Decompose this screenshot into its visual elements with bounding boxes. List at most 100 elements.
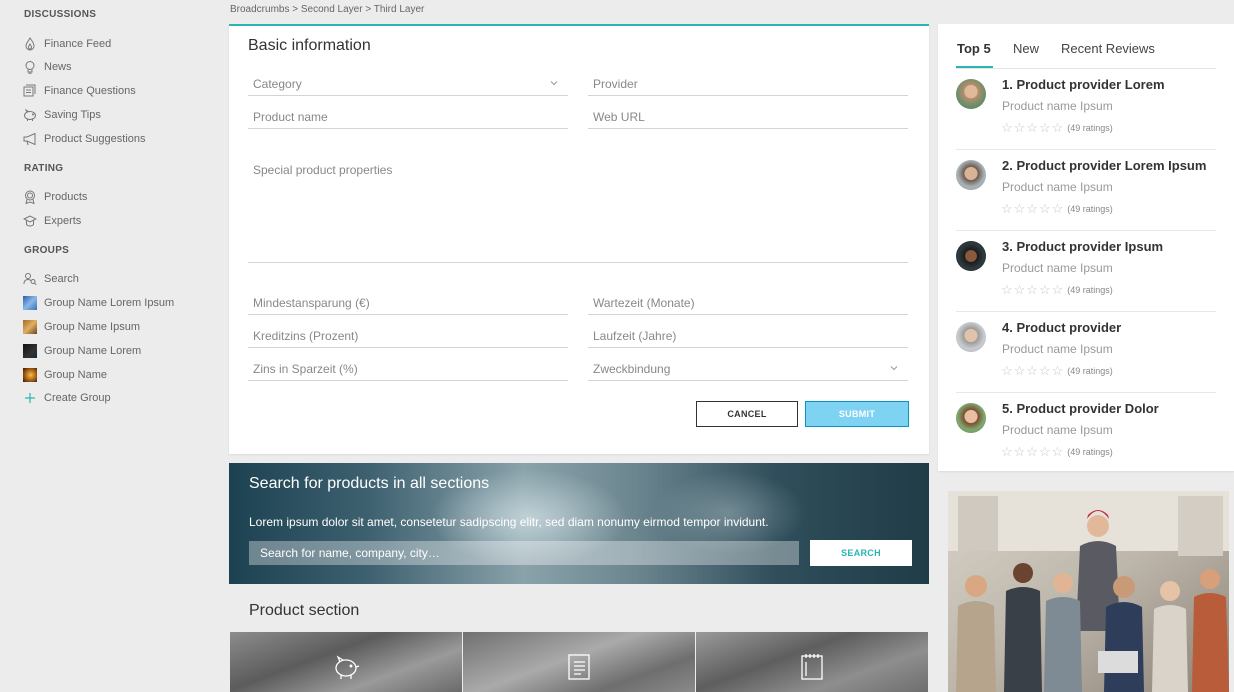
web-url-placeholder: Web URL <box>593 110 645 124</box>
megaphone-icon <box>23 132 37 146</box>
sidebar-item-group-lorem[interactable]: Group Name Lorem <box>23 343 141 359</box>
product-name-placeholder: Product name <box>253 110 328 124</box>
avatar <box>956 241 986 271</box>
list-item[interactable]: 5. Product provider Dolor Product name I… <box>956 394 1216 474</box>
star-rating: ☆☆☆☆☆ (49 ratings) <box>1001 444 1113 459</box>
laufzeit-placeholder: Laufzeit (Jahre) <box>593 329 677 343</box>
sidebar-item-label: Group Name Lorem Ipsum <box>44 297 175 309</box>
breadcrumb[interactable]: Broadcrumbs > Second Layer > Third Layer <box>230 4 424 15</box>
lightbulb-icon <box>23 60 37 74</box>
section-title-rating: RATING <box>24 163 64 174</box>
wartezeit-placeholder: Wartezeit (Monate) <box>593 296 695 310</box>
sidebar-item-label: Saving Tips <box>44 109 101 121</box>
group-photo <box>948 491 1229 692</box>
kreditzins-placeholder: Kreditzins (Prozent) <box>253 329 359 343</box>
ribbon-icon <box>23 190 37 204</box>
list-item[interactable]: 1. Product provider Lorem Product name I… <box>956 70 1216 150</box>
sidebar-item-products[interactable]: Products <box>23 189 87 205</box>
product-name-field[interactable]: Product name <box>248 109 568 129</box>
laufzeit-field[interactable]: Laufzeit (Jahre) <box>588 328 908 348</box>
item-subtitle: Product name Ipsum <box>1002 423 1113 437</box>
list-item[interactable]: 2. Product provider Lorem Ipsum Product … <box>956 151 1216 231</box>
kreditzins-field[interactable]: Kreditzins (Prozent) <box>248 328 568 348</box>
create-group-button[interactable]: Create Group <box>23 390 111 406</box>
sidebar-item-label: Group Name Lorem <box>44 345 142 357</box>
mindestansparung-placeholder: Mindestansparung (€) <box>253 296 370 310</box>
item-title[interactable]: 5. Product provider Dolor <box>1002 401 1159 416</box>
avatar <box>956 322 986 352</box>
sidebar-item-news[interactable]: News <box>23 59 72 75</box>
list-item[interactable]: 4. Product provider Product name Ipsum ☆… <box>956 313 1216 393</box>
submit-button[interactable]: SUBMIT <box>805 401 909 427</box>
ratings-count: (49 ratings) <box>1067 366 1113 376</box>
document-list-icon <box>568 654 590 680</box>
web-url-field[interactable]: Web URL <box>588 109 908 129</box>
sidebar-item-group-ipsum[interactable]: Group Name Ipsum <box>23 319 140 335</box>
sidebar-item-finance-questions[interactable]: Finance Questions <box>23 83 136 99</box>
sidebar-item-label: Group Name <box>44 369 107 381</box>
chevron-down-icon <box>890 366 898 371</box>
cancel-button[interactable]: CANCEL <box>696 401 798 427</box>
search-button[interactable]: SEARCH <box>810 540 912 566</box>
star-rating: ☆☆☆☆☆ (49 ratings) <box>1001 282 1113 297</box>
sidebar-item-label: Experts <box>44 215 82 227</box>
sidebar-item-saving-tips[interactable]: Saving Tips <box>23 107 101 123</box>
item-title[interactable]: 4. Product provider <box>1002 320 1121 335</box>
item-title[interactable]: 3. Product provider Ipsum <box>1002 239 1163 254</box>
piggy-bank-icon <box>335 655 360 679</box>
sidebar-item-product-suggestions[interactable]: Product Suggestions <box>23 131 146 147</box>
wartezeit-field[interactable]: Wartezeit (Monate) <box>588 295 908 315</box>
sidebar-item-label: Product Suggestions <box>44 133 146 145</box>
divider <box>956 149 1216 150</box>
group-thumbnail <box>23 344 37 358</box>
provider-field[interactable]: Provider <box>588 76 908 96</box>
zins-field[interactable]: Zins in Sparzeit (%) <box>248 361 568 381</box>
sidebar-item-label: Finance Feed <box>44 38 112 50</box>
item-subtitle: Product name Ipsum <box>1002 99 1113 113</box>
tab-top-5[interactable]: Top 5 <box>957 41 991 56</box>
list-item[interactable]: 3. Product provider Ipsum Product name I… <box>956 232 1216 312</box>
sidebar-item-group-lorem-ipsum[interactable]: Group Name Lorem Ipsum <box>23 295 174 311</box>
item-subtitle: Product name Ipsum <box>1002 342 1113 356</box>
search-banner-title: Search for products in all sections <box>249 475 490 492</box>
sidebar-item-group-name[interactable]: Group Name <box>23 367 107 383</box>
sidebar-item-finance-feed[interactable]: Finance Feed <box>23 36 111 52</box>
group-thumbnail <box>23 320 37 334</box>
group-thumbnail <box>23 368 37 382</box>
avatar <box>956 160 986 190</box>
people-search-icon <box>23 272 37 286</box>
sidebar-item-label: Products <box>44 191 88 203</box>
section-title-groups: GROUPS <box>24 245 70 256</box>
sidebar-item-label: Finance Questions <box>44 85 136 97</box>
sidebar-item-label: Search <box>44 273 79 285</box>
sidebar-item-search[interactable]: Search <box>23 271 79 287</box>
sidebar-item-label: Create Group <box>44 392 111 404</box>
product-tile-savings[interactable] <box>230 632 462 692</box>
provider-placeholder: Provider <box>593 77 638 91</box>
section-title-discussions: DISCUSSIONS <box>24 9 97 20</box>
tab-new[interactable]: New <box>1013 41 1039 56</box>
form-title: Basic information <box>248 37 371 54</box>
category-placeholder: Category <box>253 77 302 91</box>
tab-recent-reviews[interactable]: Recent Reviews <box>1061 41 1155 56</box>
coins-icon <box>23 84 37 98</box>
item-title[interactable]: 2. Product provider Lorem Ipsum <box>1002 158 1206 173</box>
basic-information-form: Basic information Category Provider Prod… <box>229 24 929 454</box>
special-properties-textarea[interactable]: Special product properties <box>248 160 908 263</box>
product-tile-documents[interactable] <box>463 632 695 692</box>
product-section-title: Product section <box>249 602 360 619</box>
category-select[interactable]: Category <box>248 76 568 96</box>
divider <box>956 392 1216 393</box>
ratings-count: (49 ratings) <box>1067 123 1113 133</box>
search-banner-text: Lorem ipsum dolor sit amet, consetetur s… <box>249 515 769 529</box>
flame-icon <box>23 37 37 51</box>
mindestansparung-field[interactable]: Mindestansparung (€) <box>248 295 568 315</box>
search-input[interactable]: Search for name, company, city… <box>249 541 799 565</box>
zweckbindung-select[interactable]: Zweckbindung <box>588 361 908 381</box>
avatar <box>956 403 986 433</box>
sidebar-item-experts[interactable]: Experts <box>23 213 81 229</box>
product-tile-notebook[interactable] <box>696 632 928 692</box>
item-title[interactable]: 1. Product provider Lorem <box>1002 77 1165 92</box>
ratings-count: (49 ratings) <box>1067 285 1113 295</box>
star-rating: ☆☆☆☆☆ (49 ratings) <box>1001 120 1113 135</box>
